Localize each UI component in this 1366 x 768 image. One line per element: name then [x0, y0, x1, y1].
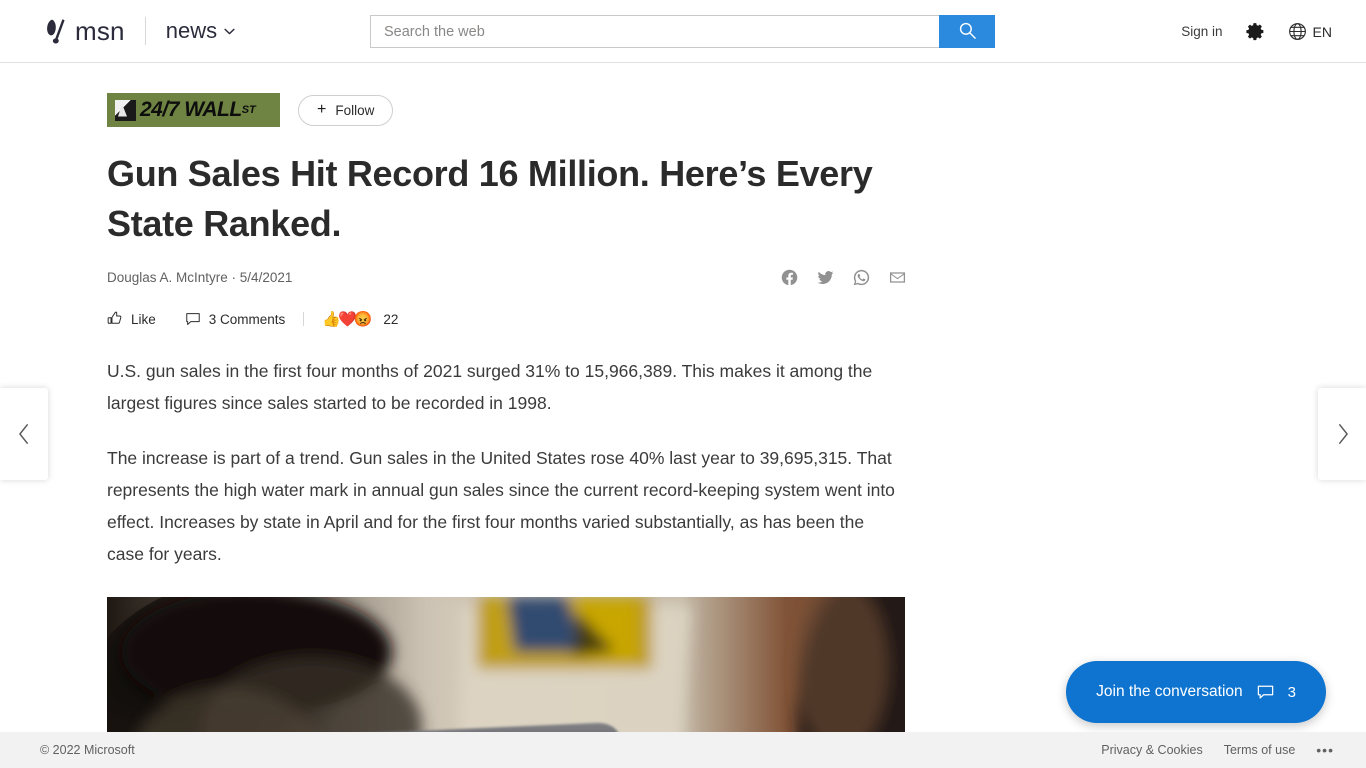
reactions-group[interactable]: 👍 ❤️ 😡 22: [322, 312, 398, 327]
publisher-name-suffix: ST: [241, 104, 256, 116]
search-input[interactable]: [370, 15, 939, 48]
nav-section-label: news: [165, 18, 218, 43]
comments-label: 3 Comments: [208, 311, 286, 327]
comment-bubble-icon: [1257, 685, 1274, 700]
search-container: [370, 15, 995, 48]
globe-icon: [1288, 22, 1307, 41]
sign-in-button[interactable]: Sign in: [1181, 24, 1222, 39]
follow-button-label: Follow: [335, 102, 375, 118]
mountain-photo-icon: [115, 99, 136, 121]
page-footer: © 2022 Microsoft Privacy & Cookies Terms…: [0, 732, 1366, 768]
facebook-icon[interactable]: [780, 268, 799, 287]
reaction-emojis: 👍 ❤️ 😡: [322, 312, 372, 327]
like-label: Like: [131, 311, 156, 327]
comments-button[interactable]: 3 Comments: [185, 311, 286, 327]
top-header: msn news Sign in: [0, 0, 1366, 63]
thumbs-up-icon: [107, 311, 123, 327]
byline-row: Douglas A. McIntyre · 5/4/2021: [107, 265, 907, 289]
reaction-count: 22: [383, 311, 399, 327]
terms-of-use-link[interactable]: Terms of use: [1224, 743, 1296, 757]
header-divider: [144, 17, 146, 45]
comment-bubble-icon: [185, 311, 201, 327]
article-column: 24/7 WALL ST + Follow Gun Sales Hit Reco…: [107, 63, 907, 768]
msn-wordmark: msn: [75, 15, 125, 46]
engagement-divider: [303, 312, 305, 326]
article-paragraph-1: U.S. gun sales in the first four months …: [107, 361, 873, 413]
article-headline: Gun Sales Hit Record 16 Million. Here’s …: [107, 153, 873, 244]
article-paragraph-2: The increase is part of a trend. Gun sal…: [107, 448, 895, 564]
ellipsis-icon[interactable]: •••: [1316, 742, 1334, 758]
plus-icon: +: [317, 101, 327, 118]
nav-section-news[interactable]: news: [166, 18, 235, 44]
next-article-button[interactable]: [1318, 388, 1366, 480]
gear-icon[interactable]: [1245, 21, 1266, 42]
engagement-bar: Like 3 Comments 👍 ❤️ 😡 22: [107, 308, 907, 330]
reaction-angry-icon: 😡: [353, 310, 373, 328]
whatsapp-icon[interactable]: [852, 268, 871, 287]
twitter-icon[interactable]: [816, 268, 835, 287]
footer-links: Privacy & Cookies Terms of use •••: [1101, 742, 1334, 758]
copyright-text: © 2022 Microsoft: [40, 743, 135, 757]
chevron-right-icon: [1335, 423, 1350, 445]
email-icon[interactable]: [888, 268, 907, 287]
publisher-name: 24/7 WALL: [140, 98, 242, 121]
publisher-logo[interactable]: 24/7 WALL ST: [107, 93, 280, 127]
privacy-cookies-link[interactable]: Privacy & Cookies: [1101, 743, 1202, 757]
join-conversation-button[interactable]: Join the conversation 3: [1066, 661, 1326, 723]
follow-button[interactable]: + Follow: [298, 94, 394, 126]
msn-brand[interactable]: msn: [44, 16, 125, 47]
share-row: [780, 268, 907, 287]
header-actions: Sign in EN: [1181, 0, 1332, 63]
previous-article-button[interactable]: [0, 388, 48, 480]
join-conversation-count: 3: [1287, 683, 1296, 701]
language-selector[interactable]: EN: [1288, 22, 1332, 41]
search-button[interactable]: [939, 15, 995, 48]
chevron-left-icon: [17, 423, 32, 445]
article-byline: Douglas A. McIntyre · 5/4/2021: [107, 269, 293, 285]
search-icon: [958, 21, 977, 43]
publisher-row: 24/7 WALL ST + Follow: [107, 93, 907, 127]
join-conversation-label: Join the conversation: [1096, 683, 1243, 700]
language-code: EN: [1312, 23, 1332, 40]
msn-butterfly-icon: [44, 18, 68, 44]
like-button[interactable]: Like: [107, 311, 156, 327]
chevron-down-icon: [224, 28, 235, 35]
